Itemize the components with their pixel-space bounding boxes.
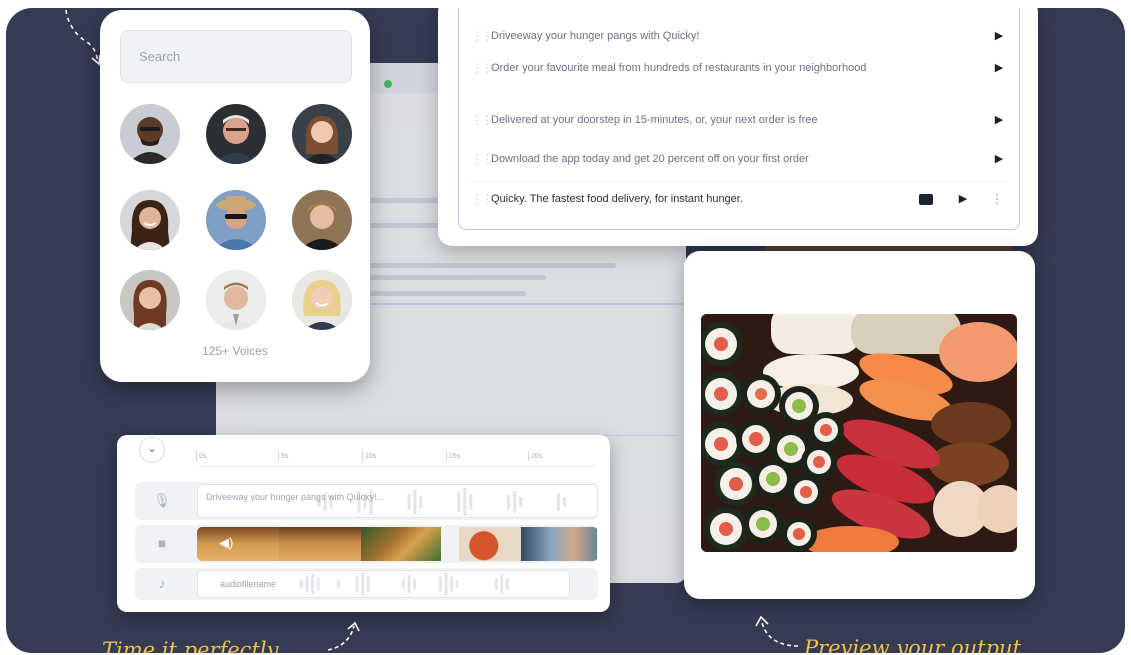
ruler-tick: 10s (361, 451, 377, 461)
speaker-icon[interactable]: ◀) (219, 535, 233, 551)
audio-clip[interactable]: audiofilename (197, 570, 570, 598)
play-icon[interactable]: ▶ (991, 60, 1007, 77)
script-line-active[interactable]: ⋮⋮ Quicky. The fastest food delivery, fo… (471, 182, 1007, 216)
play-icon[interactable]: ▶ (991, 28, 1007, 45)
caption-preview: Preview your output (804, 636, 1022, 653)
voice-avatar[interactable] (292, 270, 352, 330)
search-input[interactable]: Search (120, 30, 352, 83)
voice-avatar[interactable] (206, 104, 266, 164)
voices-count-label: 125+ Voices (202, 344, 268, 358)
play-icon[interactable]: ▶ (955, 191, 971, 208)
video-thumbnail[interactable]: ◀) (197, 527, 279, 561)
caption-time-it: Time it perfectly (102, 638, 279, 653)
video-clips[interactable]: ◀) (197, 527, 598, 561)
script-line[interactable]: ⋮⋮ Order your favourite meal from hundre… (471, 60, 1007, 77)
preview-card (684, 251, 1035, 599)
drag-handle-icon[interactable]: ⋮⋮ (471, 60, 493, 77)
script-line[interactable]: ⋮⋮ Download the app today and get 20 per… (471, 151, 1007, 168)
timeline-ruler: 0s 5s 10s 15s 20s (195, 449, 596, 467)
script-line[interactable]: ⋮⋮ Delivered at your doorstep in 15-minu… (471, 112, 1007, 129)
drag-handle-icon[interactable]: ⋮⋮ (471, 151, 493, 168)
ruler-tick: 5s (277, 451, 289, 461)
script-line-text: Quicky. The fastest food delivery, for i… (491, 193, 743, 205)
script-line-text: Driveeway your hunger pangs with Quicky! (491, 30, 700, 42)
drag-handle-icon[interactable]: ⋮⋮ (471, 28, 493, 45)
script-editor-card: ⋮⋮ Driveeway your hunger pangs with Quic… (438, 8, 1038, 246)
video-thumbnail[interactable] (459, 527, 521, 561)
video-thumbnail[interactable] (521, 527, 597, 561)
script-line-text: Order your favourite meal from hundreds … (491, 62, 867, 74)
voice-avatar[interactable] (292, 104, 352, 164)
ruler-tick: 20s (527, 451, 543, 461)
sushi-preview-image (701, 314, 1017, 552)
more-icon[interactable]: ⋮ (987, 191, 1007, 208)
showcase-canvas: ⋮⋮ Driveeway your hunger pangs with Quic… (6, 8, 1125, 653)
ruler-tick: 15s (445, 451, 461, 461)
voice-clip-text: Driveeway your hunger pangs with Quicky!… (206, 492, 385, 502)
video-track: ■ ◀) (135, 525, 598, 563)
voice-picker-card: Search 125+ Voices (100, 10, 370, 382)
music-note-icon[interactable]: ♪ (149, 575, 175, 591)
voice-avatar[interactable] (120, 104, 180, 164)
timeline-editor-card: ⌄ 0s 5s 10s 15s 20s 🎙︎ Driveeway your hu… (117, 435, 610, 612)
video-thumbnail[interactable] (361, 527, 441, 561)
play-icon[interactable]: ▶ (991, 151, 1007, 168)
voice-avatar[interactable] (120, 270, 180, 330)
voice-avatar[interactable] (206, 190, 266, 250)
voice-track: 🎙︎ Driveeway your hunger pangs with Quic… (135, 482, 598, 520)
microphone-icon[interactable]: 🎙︎ (149, 492, 175, 509)
voice-avatar[interactable] (120, 190, 180, 250)
voice-avatar[interactable] (292, 190, 352, 250)
script-line-text: Delivered at your doorstep in 15-minutes… (491, 114, 818, 126)
drag-handle-icon[interactable]: ⋮⋮ (471, 191, 493, 208)
script-list: ⋮⋮ Driveeway your hunger pangs with Quic… (458, 8, 1020, 230)
chevron-down-icon[interactable]: ⌄ (139, 437, 165, 463)
voice-clip[interactable]: Driveeway your hunger pangs with Quicky!… (197, 484, 598, 518)
video-camera-icon[interactable]: ■ (149, 535, 175, 551)
script-line[interactable]: ⋮⋮ Driveeway your hunger pangs with Quic… (471, 28, 1007, 45)
audio-track: ♪ audiofilename (135, 568, 598, 600)
video-thumbnail[interactable] (279, 527, 361, 561)
curly-arrow-top-icon (65, 8, 101, 66)
comment-icon[interactable] (919, 194, 933, 205)
drag-handle-icon[interactable]: ⋮⋮ (471, 112, 493, 129)
curly-arrow-right-icon (755, 615, 799, 647)
script-line-text: Download the app today and get 20 percen… (491, 153, 809, 165)
play-icon[interactable]: ▶ (991, 112, 1007, 129)
ruler-tick: 0s (195, 451, 207, 461)
audio-clip-filename: audiofilename (220, 579, 277, 589)
curly-arrow-left-icon (327, 621, 360, 651)
voice-avatar[interactable] (206, 270, 266, 330)
